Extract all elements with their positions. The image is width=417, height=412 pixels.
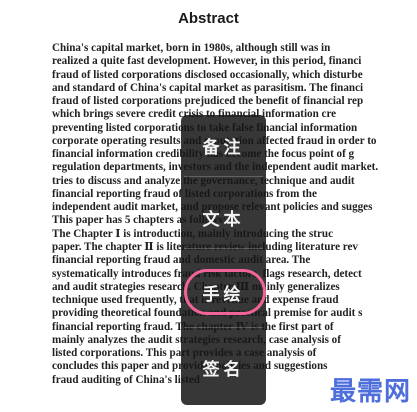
toolbar-divider	[184, 327, 263, 328]
toolbar-divider	[184, 248, 263, 249]
signature-button[interactable]: 签名	[181, 338, 266, 396]
freehand-button[interactable]: 手绘	[181, 263, 266, 321]
text-line: and standard of China's capital market a…	[52, 81, 364, 94]
text-line: realized a quite fast development. Howev…	[52, 55, 362, 68]
note-button[interactable]: 备注	[181, 116, 266, 174]
text-tool-button[interactable]: 文本	[181, 188, 266, 246]
text-line: fraud of listed corporations disclosed o…	[52, 68, 363, 81]
watermark-logo: 最需网	[329, 377, 411, 407]
document-page: Abstract China's capital market, born in…	[0, 0, 417, 412]
text-line: fraud of listed corporations prejudiced …	[52, 95, 364, 108]
text-line: China's capital market, born in 1980s, a…	[52, 42, 331, 54]
page-title: Abstract	[178, 10, 239, 27]
toolbar-divider	[184, 176, 263, 177]
